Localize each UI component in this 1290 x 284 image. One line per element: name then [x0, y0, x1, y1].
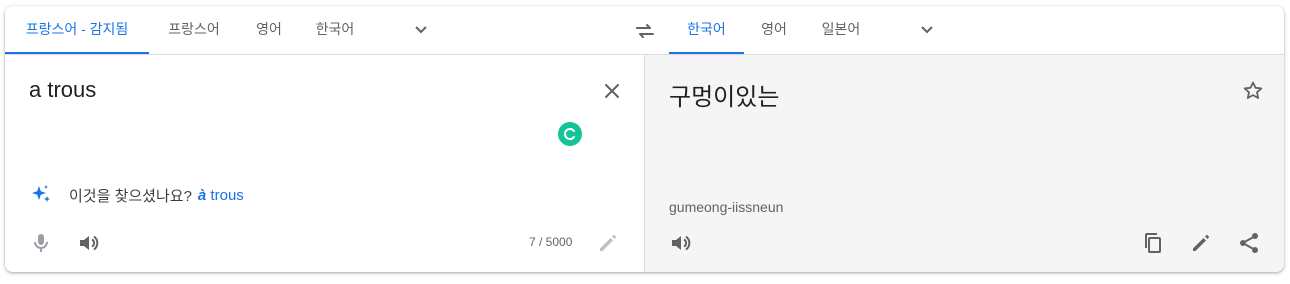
translate-card: 프랑스어 - 감지됨 프랑스어 영어 한국어 한국어 영어 일본어 a trou… — [5, 6, 1284, 272]
source-more-languages-chevron-down-icon[interactable] — [409, 18, 433, 42]
suggestion-link[interactable]: à trous — [198, 187, 244, 204]
swap-icon[interactable] — [633, 19, 657, 43]
tab-target-english[interactable]: 영어 — [744, 6, 804, 54]
language-bar: 프랑스어 - 감지됨 프랑스어 영어 한국어 한국어 영어 일본어 — [5, 6, 1284, 55]
pencil-icon[interactable] — [596, 231, 620, 255]
suggestion-rest: trous — [206, 186, 244, 204]
target-more-languages-chevron-down-icon[interactable] — [915, 18, 939, 42]
speaker-icon[interactable] — [77, 231, 101, 255]
translation-output: 구멍이있는 — [669, 84, 780, 111]
star-icon[interactable] — [1241, 79, 1265, 103]
character-count: 7 / 5000 — [529, 235, 573, 249]
source-panel: a trous 이것을 찾으셨나요? à trous 7 / 5000 — [5, 55, 644, 272]
target-panel: 구멍이있는 gumeong-iissneun — [644, 55, 1284, 272]
tab-target-korean[interactable]: 한국어 — [669, 6, 744, 54]
suggestion-prompt: 이것을 찾으셨나요? — [69, 187, 192, 205]
source-text-input[interactable]: a trous — [29, 77, 96, 103]
grammarly-icon[interactable] — [558, 122, 582, 146]
tab-source-korean[interactable]: 한국어 — [299, 6, 371, 54]
suggestion-accent: à — [197, 186, 207, 204]
tab-detect-language[interactable]: 프랑스어 - 감지됨 — [5, 6, 149, 54]
sparkle-icon — [32, 185, 50, 202]
close-icon[interactable] — [600, 79, 624, 103]
share-icon[interactable] — [1237, 231, 1261, 255]
pencil-icon[interactable] — [1189, 231, 1213, 255]
mic-icon[interactable] — [29, 231, 53, 255]
tab-source-french[interactable]: 프랑스어 — [149, 6, 239, 54]
tab-target-japanese[interactable]: 일본어 — [804, 6, 878, 54]
speaker-icon[interactable] — [669, 231, 693, 255]
copy-icon[interactable] — [1141, 231, 1165, 255]
did-you-mean-suggestion: 이것을 찾으셨나요? à trous — [29, 183, 244, 207]
tab-source-english[interactable]: 영어 — [239, 6, 299, 54]
romanization-text: gumeong-iissneun — [669, 199, 784, 215]
